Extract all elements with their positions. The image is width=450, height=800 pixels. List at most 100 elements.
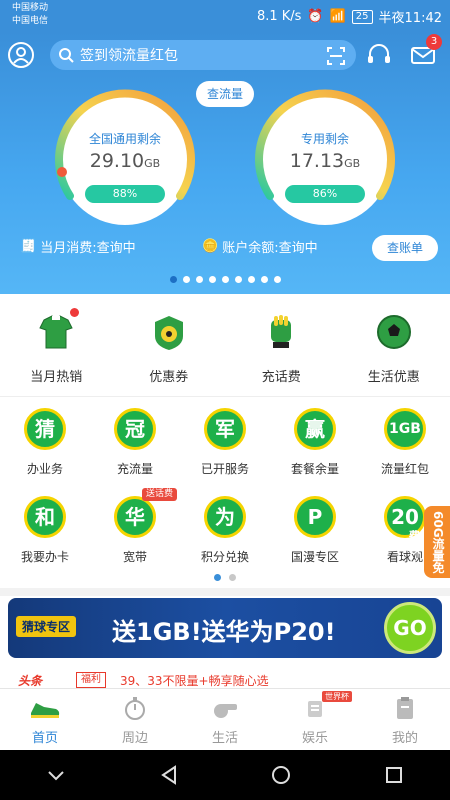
back-icon[interactable] xyxy=(157,763,181,787)
check-bill-button[interactable]: 查账单 xyxy=(372,235,438,261)
service-data-redpacket[interactable]: 1GB 流量红包 xyxy=(360,400,450,488)
user-icon[interactable] xyxy=(6,40,36,70)
section-gap xyxy=(0,588,450,596)
service-row-1: 猜 办业务 冠 充流量 军 已开服务 赢 套餐余量 1GB 流量红包 xyxy=(0,400,450,488)
category-label: 充话费 xyxy=(261,370,301,385)
tab-nearby[interactable]: 周边 xyxy=(90,689,180,750)
divider xyxy=(0,396,450,397)
clipboard-icon xyxy=(397,697,413,719)
stopwatch-icon xyxy=(125,697,145,720)
gauge-special-value: 17.13GB xyxy=(250,150,400,172)
gauge-national[interactable]: 全国通用剩余 29.10GB 88% xyxy=(50,84,200,234)
gauge-national-label: 全国通用剩余 xyxy=(88,132,161,146)
gauge-national-number: 29.10 xyxy=(89,150,145,172)
category-label: 生活优惠 xyxy=(367,370,420,385)
news-tag: 福利 xyxy=(76,672,106,688)
home-icon[interactable] xyxy=(269,763,293,787)
carousel-dot xyxy=(221,276,229,283)
service-broadband[interactable]: 送话费 华 宽带 xyxy=(90,488,180,576)
tab-label: 首页 xyxy=(31,731,58,746)
service-label: 我要办卡 xyxy=(20,550,69,564)
headset-icon[interactable] xyxy=(364,40,394,70)
category-label: 优惠券 xyxy=(149,370,189,385)
mail-icon[interactable]: 3 xyxy=(408,34,442,70)
tab-home[interactable]: 首页 xyxy=(0,689,90,750)
chevron-down-icon[interactable] xyxy=(44,763,68,787)
category-hot-sale[interactable]: 当月热销 xyxy=(0,294,113,394)
tab-entertainment[interactable]: 世界杯 娱乐 xyxy=(270,689,360,750)
grid-page-dots xyxy=(0,574,450,581)
category-label: 当月热销 xyxy=(30,370,83,385)
football-icon xyxy=(376,315,411,349)
service-label: 流量红包 xyxy=(380,462,429,476)
carousel-dot xyxy=(273,276,281,283)
tab-mine[interactable]: 我的 xyxy=(360,689,450,750)
promo-zone-tag: 猜球专区 xyxy=(16,616,77,637)
service-label: 已开服务 xyxy=(200,462,249,476)
service-label: 套餐余量 xyxy=(290,462,339,476)
status-bar: 中国移动 中国电信 8.1 K/s ⏰ 📶 25 半夜11:42 xyxy=(0,0,450,32)
carousel-dot xyxy=(247,276,255,283)
glove-icon xyxy=(271,315,292,348)
category-life-deals[interactable]: 生活优惠 xyxy=(338,294,450,394)
service-plan-balance[interactable]: 赢 套餐余量 xyxy=(270,400,360,488)
monthly-spend[interactable]: 🧾 当月消费:查询中 xyxy=(20,237,136,256)
news-ticker[interactable]: 头条 福利 39、33不限量+畅享随心选 xyxy=(0,672,450,688)
carousel-dot xyxy=(182,276,190,283)
whistle-icon xyxy=(214,704,237,718)
carousel-dot xyxy=(195,276,203,283)
battery-icon: 25 xyxy=(351,9,373,24)
scan-icon[interactable] xyxy=(326,46,346,66)
monthly-spend-text: 当月消费:查询中 xyxy=(40,241,136,256)
gauge-special[interactable]: 专用剩余 17.13GB 86% xyxy=(250,84,400,234)
service-comics[interactable]: P 国漫专区 xyxy=(270,488,360,576)
search-bar[interactable]: 签到领流量红包 xyxy=(50,40,356,70)
shoe-icon xyxy=(31,703,60,718)
account-balance[interactable]: 🪙 账户余额:查询中 xyxy=(202,237,318,256)
badge-ball-icon xyxy=(154,316,183,350)
service-label: 充流量 xyxy=(116,462,153,476)
service-recharge-data[interactable]: 冠 充流量 xyxy=(90,400,180,488)
service-points[interactable]: 为 积分兑换 xyxy=(180,488,270,576)
status-right: 8.1 K/s ⏰ 📶 25 半夜11:42 xyxy=(257,7,442,26)
free-data-float-banner[interactable]: 60G流量免费领 xyxy=(407,506,450,578)
go-button[interactable]: GO xyxy=(384,602,436,654)
service-badge: 冠 xyxy=(114,408,156,450)
promo-banner[interactable]: 猜球专区 送1GB!送华为P20! GO xyxy=(8,598,442,658)
page-dot xyxy=(214,574,221,581)
gauge-national-value: 29.10GB xyxy=(50,150,200,172)
search-placeholder: 签到领流量红包 xyxy=(80,48,178,64)
service-grid: 猜 办业务 冠 充流量 军 已开服务 赢 套餐余量 1GB 流量红包 和 我要办… xyxy=(0,400,450,576)
category-recharge[interactable]: 充话费 xyxy=(225,294,338,394)
gauge-special-unit: GB xyxy=(344,157,361,170)
hero-section: 签到领流量红包 3 查流量 全国通用剩余 29.10GB 88% 专用剩余 17… xyxy=(0,32,450,294)
world-cup-tag: 世界杯 xyxy=(322,691,352,702)
service-label: 宽带 xyxy=(122,550,147,564)
carrier-info: 中国移动 中国电信 xyxy=(12,2,48,28)
service-badge: 赢 xyxy=(294,408,336,450)
service-label: 国漫专区 xyxy=(290,550,339,564)
service-label: 办业务 xyxy=(26,462,63,476)
recents-icon[interactable] xyxy=(382,763,406,787)
category-coupons[interactable]: 优惠券 xyxy=(113,294,226,394)
service-get-card[interactable]: 和 我要办卡 xyxy=(0,488,90,576)
service-opened[interactable]: 军 已开服务 xyxy=(180,400,270,488)
network-speed: 8.1 K/s xyxy=(256,9,302,24)
promo-headline: 送1GB!送华为P20! xyxy=(112,618,336,646)
notification-dot xyxy=(70,308,79,317)
check-data-button[interactable]: 查流量 xyxy=(196,81,254,107)
tab-life[interactable]: 生活 xyxy=(180,689,270,750)
service-badge: 军 xyxy=(204,408,246,450)
tab-bar: 首页 周边 生活 世界杯 娱乐 我的 xyxy=(0,688,450,750)
tab-label: 生活 xyxy=(211,731,238,746)
carousel-dots xyxy=(0,276,450,283)
carousel-dot xyxy=(234,276,242,283)
gauge-special-label: 专用剩余 xyxy=(300,132,349,146)
gauge-special-number: 17.13 xyxy=(289,150,345,172)
carousel-dot xyxy=(260,276,268,283)
gauge-special-percent: 86% xyxy=(285,185,365,203)
service-business[interactable]: 猜 办业务 xyxy=(0,400,90,488)
mail-badge: 3 xyxy=(426,34,442,50)
carrier-1: 中国移动 xyxy=(12,3,49,13)
wifi-icon: 📶 xyxy=(329,9,346,24)
